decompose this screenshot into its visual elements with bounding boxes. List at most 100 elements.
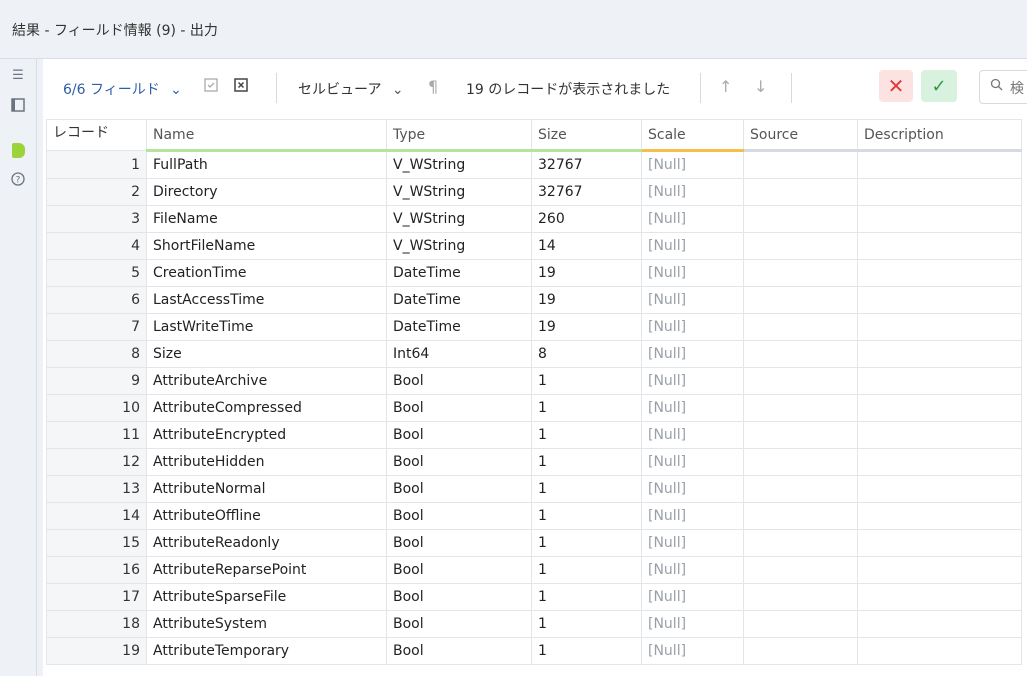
search-input[interactable]: 検 [979,70,1027,104]
cell-source[interactable] [743,205,858,233]
cell-source[interactable] [743,313,858,341]
col-header-type[interactable]: Type [386,119,532,152]
col-header-record[interactable]: レコード [46,119,147,151]
cell-type[interactable]: V_WString [386,178,532,206]
cell-record[interactable]: 10 [46,394,147,422]
cell-record[interactable]: 8 [46,340,147,368]
cell-description[interactable] [857,394,1022,422]
help-icon[interactable]: ? [10,171,26,187]
cell-name[interactable]: AttributeReparsePoint [146,556,387,584]
cell-type[interactable]: V_WString [386,232,532,260]
cell-type[interactable]: DateTime [386,313,532,341]
cell-name[interactable]: AttributeOffline [146,502,387,530]
apply-button[interactable]: ✓ [921,70,957,102]
metadata-view-icon[interactable] [12,143,25,158]
clear-selection-icon[interactable] [233,77,249,97]
cell-type[interactable]: Bool [386,502,532,530]
cell-scale[interactable]: [Null] [641,367,744,395]
cell-record[interactable]: 19 [46,637,147,665]
cell-name[interactable]: AttributeCompressed [146,394,387,422]
cell-description[interactable] [857,313,1022,341]
cell-name[interactable]: AttributeReadonly [146,529,387,557]
cell-size[interactable]: 1 [531,529,642,557]
cell-name[interactable]: LastWriteTime [146,313,387,341]
cell-source[interactable] [743,150,858,179]
cell-scale[interactable]: [Null] [641,529,744,557]
table-row[interactable]: 4 ShortFileName V_WString 14 [Null] [46,232,1022,260]
cell-name[interactable]: CreationTime [146,259,387,287]
cell-source[interactable] [743,394,858,422]
table-row[interactable]: 5 CreationTime DateTime 19 [Null] [46,259,1022,287]
table-row[interactable]: 13 AttributeNormal Bool 1 [Null] [46,475,1022,503]
cell-record[interactable]: 17 [46,583,147,611]
cell-description[interactable] [857,448,1022,476]
cell-record[interactable]: 1 [46,150,147,179]
cell-description[interactable] [857,529,1022,557]
cell-description[interactable] [857,150,1022,179]
cell-name[interactable]: AttributeSparseFile [146,583,387,611]
cell-type[interactable]: Bool [386,421,532,449]
cell-scale[interactable]: [Null] [641,178,744,206]
cell-size[interactable]: 1 [531,610,642,638]
arrow-down-icon[interactable]: ↓ [754,77,767,96]
cell-size[interactable]: 1 [531,556,642,584]
cell-name[interactable]: FullPath [146,150,387,179]
cell-scale[interactable]: [Null] [641,610,744,638]
fields-dropdown[interactable]: 6/6 フィールド ⌄ [63,79,182,99]
cell-record[interactable]: 13 [46,475,147,503]
cell-source[interactable] [743,340,858,368]
cell-description[interactable] [857,475,1022,503]
cell-name[interactable]: Size [146,340,387,368]
table-row[interactable]: 7 LastWriteTime DateTime 19 [Null] [46,313,1022,341]
pilcrow-icon[interactable]: ¶ [428,77,438,96]
cell-scale[interactable]: [Null] [641,313,744,341]
table-row[interactable]: 18 AttributeSystem Bool 1 [Null] [46,610,1022,638]
cell-description[interactable] [857,502,1022,530]
cell-size[interactable]: 260 [531,205,642,233]
cell-record[interactable]: 7 [46,313,147,341]
cell-size[interactable]: 1 [531,448,642,476]
cell-record[interactable]: 11 [46,421,147,449]
cell-description[interactable] [857,232,1022,260]
cell-record[interactable]: 14 [46,502,147,530]
table-row[interactable]: 17 AttributeSparseFile Bool 1 [Null] [46,583,1022,611]
cell-size[interactable]: 19 [531,259,642,287]
cell-scale[interactable]: [Null] [641,421,744,449]
cell-type[interactable]: Bool [386,556,532,584]
table-row[interactable]: 2 Directory V_WString 32767 [Null] [46,178,1022,206]
cancel-button[interactable]: ✕ [879,70,913,102]
cell-size[interactable]: 1 [531,394,642,422]
cell-type[interactable]: Bool [386,448,532,476]
cell-description[interactable] [857,556,1022,584]
cell-source[interactable] [743,502,858,530]
cell-description[interactable] [857,259,1022,287]
cell-source[interactable] [743,232,858,260]
cell-scale[interactable]: [Null] [641,259,744,287]
cell-source[interactable] [743,286,858,314]
cell-scale[interactable]: [Null] [641,502,744,530]
cell-scale[interactable]: [Null] [641,556,744,584]
cell-description[interactable] [857,286,1022,314]
cell-type[interactable]: Bool [386,475,532,503]
cell-size[interactable]: 1 [531,583,642,611]
cell-name[interactable]: FileName [146,205,387,233]
cell-source[interactable] [743,178,858,206]
cell-description[interactable] [857,340,1022,368]
cell-name[interactable]: AttributeTemporary [146,637,387,665]
cell-type[interactable]: Bool [386,610,532,638]
cell-description[interactable] [857,610,1022,638]
cell-record[interactable]: 3 [46,205,147,233]
cell-viewer-dropdown[interactable]: セルビューア ⌄ [298,79,404,99]
cell-size[interactable]: 1 [531,502,642,530]
cell-source[interactable] [743,583,858,611]
table-row[interactable]: 9 AttributeArchive Bool 1 [Null] [46,367,1022,395]
cell-description[interactable] [857,421,1022,449]
cell-size[interactable]: 1 [531,367,642,395]
cell-scale[interactable]: [Null] [641,448,744,476]
table-row[interactable]: 14 AttributeOffline Bool 1 [Null] [46,502,1022,530]
cell-record[interactable]: 16 [46,556,147,584]
cell-scale[interactable]: [Null] [641,394,744,422]
table-row[interactable]: 3 FileName V_WString 260 [Null] [46,205,1022,233]
cell-description[interactable] [857,178,1022,206]
cell-description[interactable] [857,367,1022,395]
